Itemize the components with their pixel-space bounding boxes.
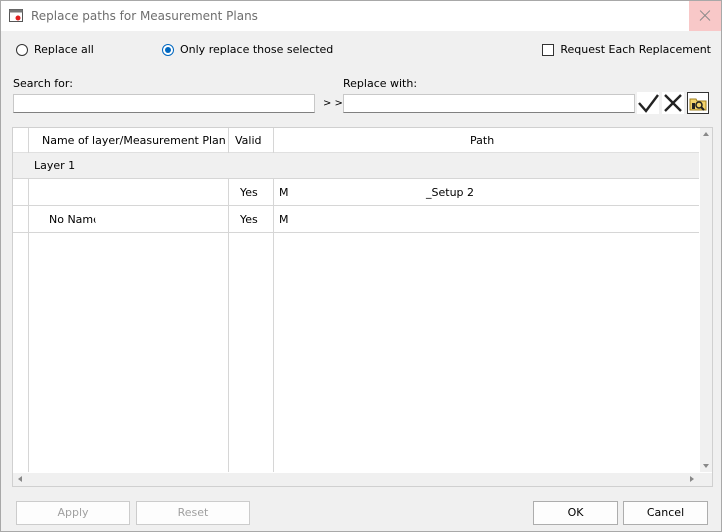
table-row[interactable]: Yes M _Setup 2 <box>13 179 699 206</box>
col-header-path[interactable]: Path <box>470 134 494 147</box>
replace-label: Replace with: <box>343 77 418 90</box>
path-cell-start: M <box>279 186 289 199</box>
window-title: Replace paths for Measurement Plans <box>31 9 258 23</box>
redacted-name <box>39 181 149 201</box>
search-label: Search for: <box>13 77 73 90</box>
ok-button[interactable]: OK <box>533 501 618 525</box>
horizontal-scrollbar[interactable] <box>13 473 712 486</box>
check-icon <box>638 94 659 113</box>
apply-check-button[interactable] <box>637 92 659 114</box>
redacted-path <box>289 209 435 229</box>
only-selected-radio[interactable]: Only replace those selected <box>162 43 333 56</box>
table-row[interactable]: No Name Yes M <box>13 206 699 233</box>
replace-input[interactable] <box>343 94 635 113</box>
vertical-scrollbar[interactable] <box>700 128 712 472</box>
x-icon <box>664 94 682 112</box>
valid-cell: Yes <box>240 186 258 199</box>
browse-button[interactable] <box>687 92 709 114</box>
checkbox-icon <box>542 43 555 56</box>
group-row-layer[interactable]: Layer 1 <box>13 153 699 179</box>
path-cell-end: _Setup 2 <box>426 186 475 199</box>
replace-paths-dialog: Replace paths for Measurement Plans Repl… <box>0 0 722 532</box>
redacted-path <box>289 181 435 201</box>
group-label: Layer 1 <box>34 159 76 172</box>
name-cell: No Name <box>49 213 100 226</box>
scroll-left-icon[interactable] <box>18 476 22 482</box>
search-input[interactable] <box>13 94 315 113</box>
cancel-button[interactable]: Cancel <box>623 501 708 525</box>
scroll-down-icon[interactable] <box>703 464 709 468</box>
only-selected-label: Only replace those selected <box>180 43 334 56</box>
request-each-label: Request Each Replacement <box>560 43 711 56</box>
request-each-checkbox[interactable]: Request Each Replacement <box>542 43 711 56</box>
grid-header: Name of layer/Measurement Plan Valid Pat… <box>13 128 699 153</box>
apply-button[interactable]: Apply <box>16 501 130 525</box>
reset-button[interactable]: Reset <box>136 501 250 525</box>
col-header-valid[interactable]: Valid <box>235 134 262 147</box>
app-icon <box>9 9 23 22</box>
replace-all-label: Replace all <box>34 43 94 56</box>
title-bar: Replace paths for Measurement Plans <box>1 1 721 31</box>
scroll-right-icon[interactable] <box>690 476 694 482</box>
folder-search-icon <box>689 94 707 112</box>
arrow-indicator: > > <box>323 98 343 109</box>
radio-selected-icon <box>162 43 174 56</box>
path-cell-start: M <box>279 213 289 226</box>
redacted-name <box>95 209 151 229</box>
radio-icon <box>16 43 28 56</box>
clear-x-button[interactable] <box>662 92 684 114</box>
valid-cell: Yes <box>240 213 258 226</box>
replace-all-radio[interactable]: Replace all <box>16 43 94 56</box>
scroll-up-icon[interactable] <box>703 132 709 136</box>
col-header-name[interactable]: Name of layer/Measurement Plan <box>42 134 226 147</box>
close-button[interactable] <box>689 1 721 31</box>
paths-grid: Name of layer/Measurement Plan Valid Pat… <box>12 127 713 487</box>
